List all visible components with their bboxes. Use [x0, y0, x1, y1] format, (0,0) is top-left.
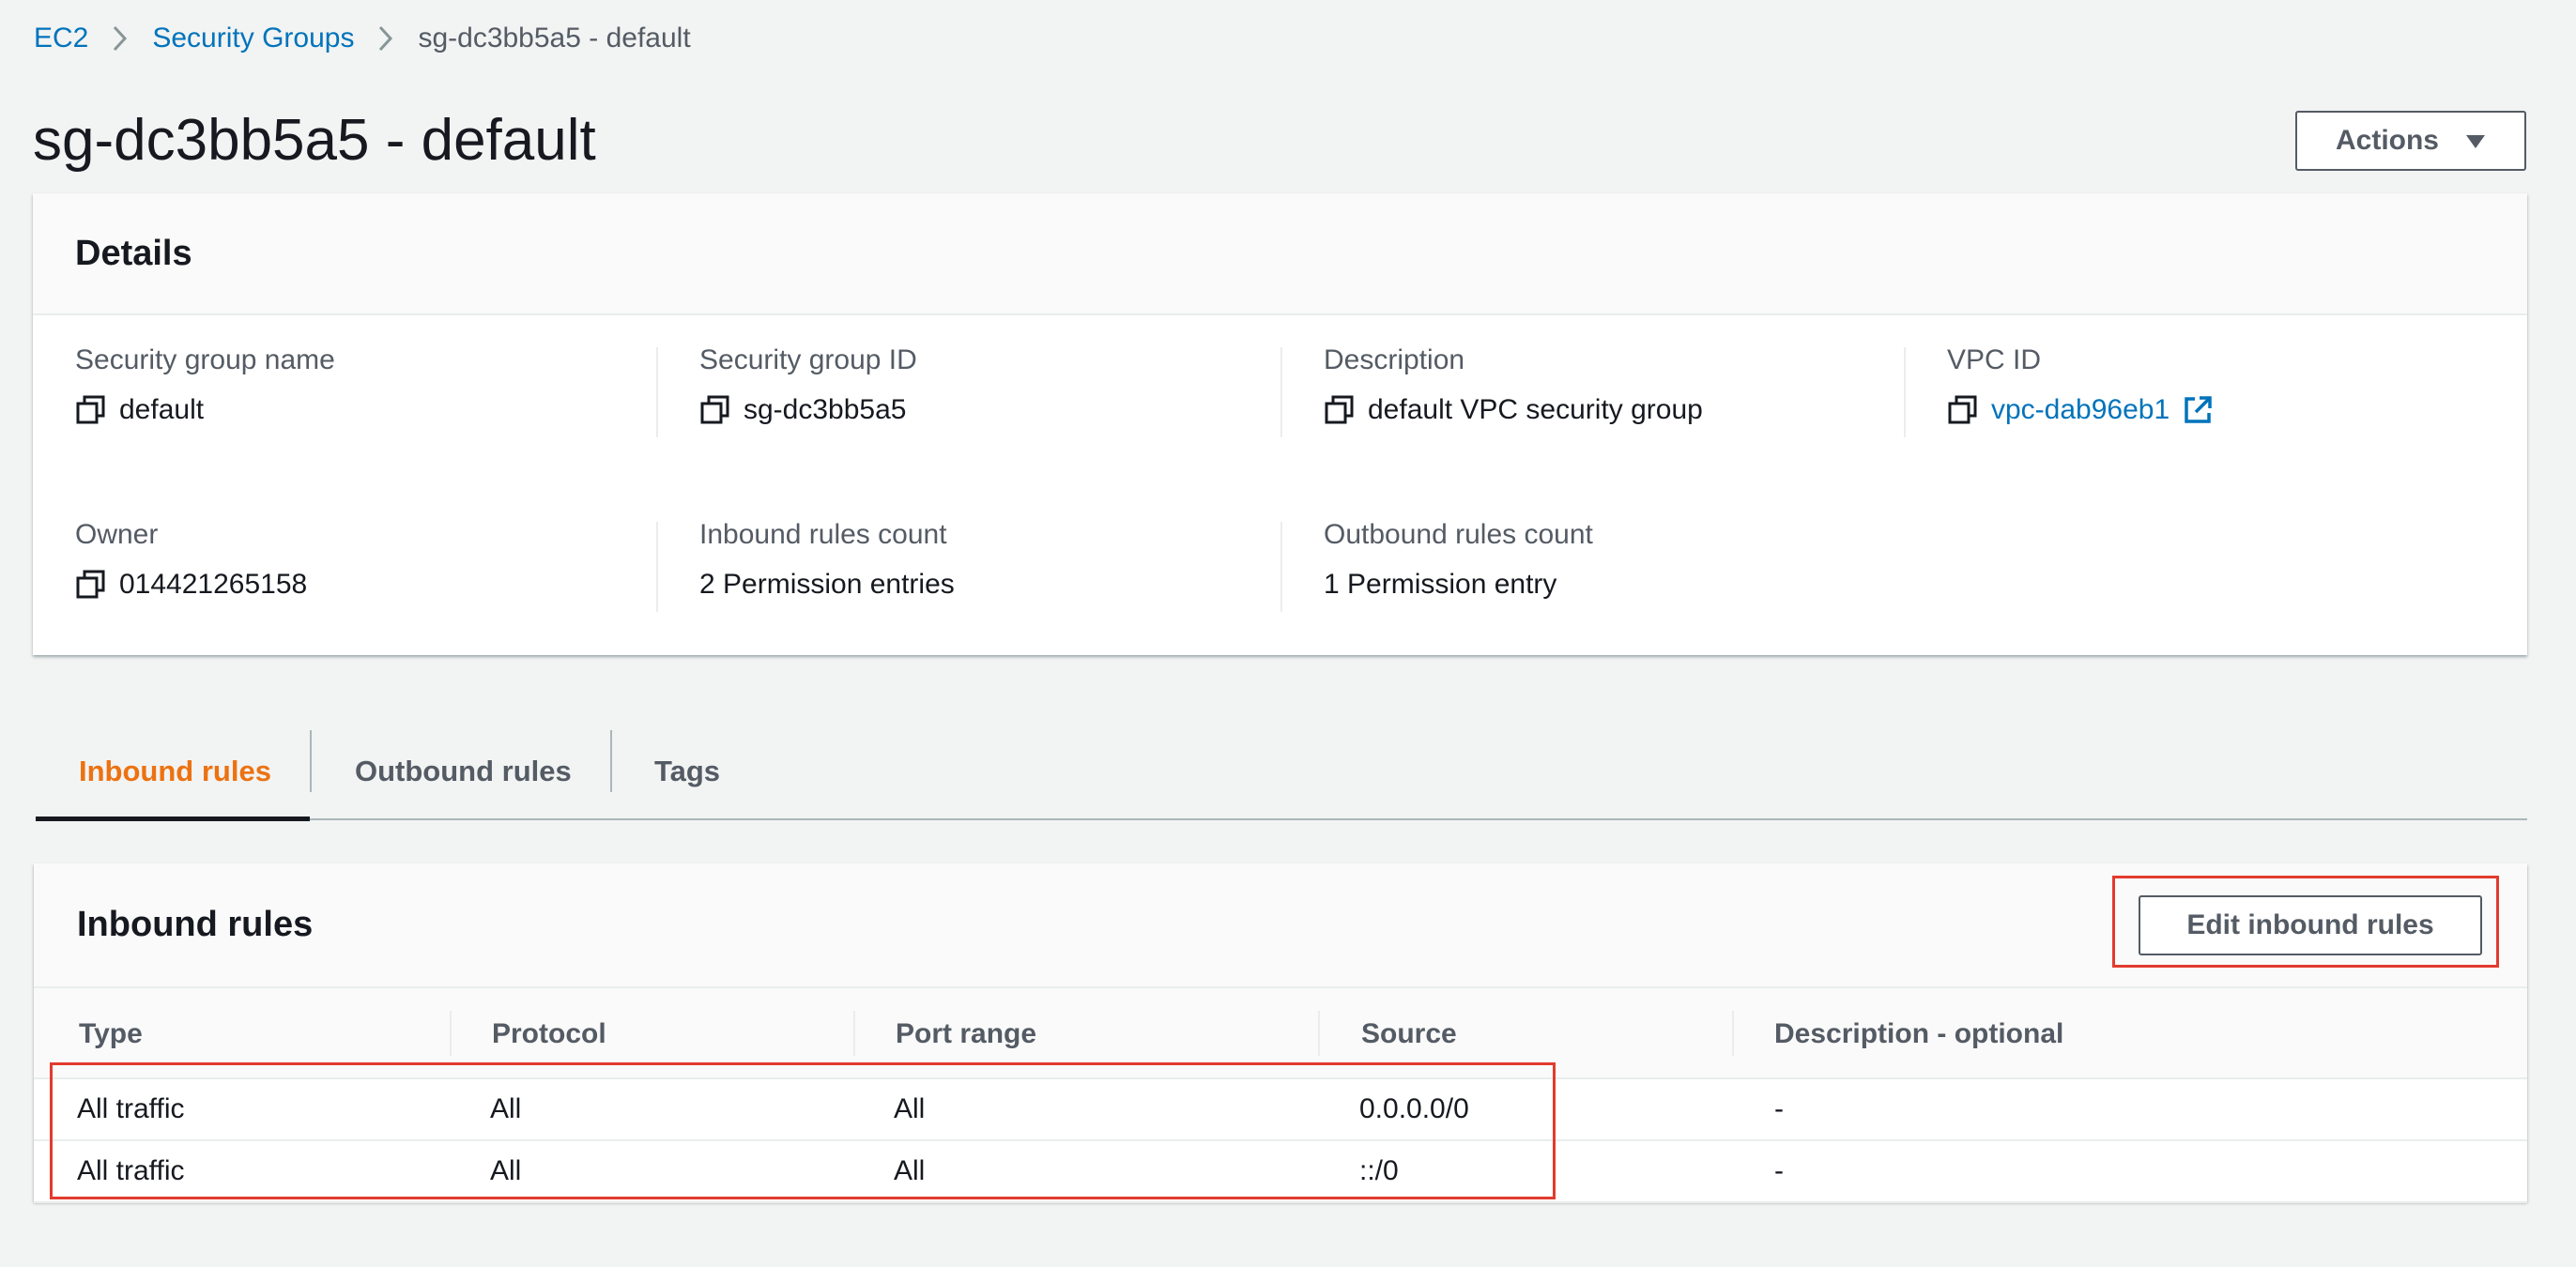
external-link-icon[interactable] [2182, 394, 2214, 426]
outbound-rules-count-value: 1 Permission entry [1324, 569, 1557, 600]
active-tab-indicator [36, 817, 310, 821]
tab-inbound-rules[interactable]: Inbound rules [79, 723, 271, 820]
column-divider [853, 1011, 855, 1056]
copy-icon[interactable] [1324, 394, 1356, 426]
description-value: default VPC security group [1368, 394, 1703, 425]
field-label: Description [1324, 344, 1465, 375]
table-row: All traffic All All 0.0.0.0/0 - [34, 1079, 2527, 1141]
actions-button[interactable]: Actions [2295, 111, 2526, 171]
inbound-rules-table: Type Protocol Port range Source Descript… [34, 988, 2527, 1203]
column-header-protocol[interactable]: Protocol [492, 988, 606, 1079]
cell-source: ::/0 [1359, 1155, 1399, 1186]
field-security-group-id: Security group ID sg-dc3bb5a5 [699, 342, 917, 429]
cell-description: - [1774, 1093, 1784, 1124]
cell-protocol: All [490, 1155, 522, 1186]
cell-port-range: All [894, 1093, 926, 1124]
field-label: Outbound rules count [1324, 519, 1593, 550]
field-description: Description default VPC security group [1324, 342, 1703, 429]
tab-outbound-rules[interactable]: Outbound rules [355, 723, 572, 820]
inbound-rules-header: Inbound rules Edit inbound rules [34, 863, 2527, 988]
column-divider [1280, 347, 1282, 437]
field-outbound-rules-count: Outbound rules count 1 Permission entry [1324, 516, 1593, 603]
tab-divider [310, 730, 312, 792]
tabs: Inbound rules Outbound rules Tags [36, 723, 2527, 821]
field-value: default VPC security group [1324, 391, 1703, 429]
field-inbound-rules-count: Inbound rules count 2 Permission entries [699, 516, 955, 603]
field-value: 014421265158 [75, 566, 307, 603]
cell-type: All traffic [77, 1093, 185, 1124]
field-label: Owner [75, 519, 159, 550]
column-header-port-range[interactable]: Port range [896, 988, 1036, 1079]
actions-button-label: Actions [2335, 125, 2439, 156]
cell-type: All traffic [77, 1155, 185, 1186]
inbound-rules-panel: Inbound rules Edit inbound rules Type Pr… [34, 863, 2527, 1203]
field-value: 2 Permission entries [699, 566, 955, 603]
copy-icon[interactable] [1947, 394, 1979, 426]
cell-description: - [1774, 1155, 1784, 1186]
breadcrumb-security-groups-link[interactable]: Security Groups [152, 23, 354, 54]
column-header-source[interactable]: Source [1361, 988, 1457, 1079]
column-divider [656, 522, 658, 612]
security-group-id-value: sg-dc3bb5a5 [744, 394, 907, 425]
breadcrumb: EC2 Security Groups sg-dc3bb5a5 - defaul… [34, 19, 691, 58]
copy-icon[interactable] [75, 569, 107, 601]
copy-icon[interactable] [699, 394, 731, 426]
field-vpc-id: VPC ID vpc-dab96eb1 [1947, 342, 2214, 429]
owner-value: 014421265158 [119, 569, 308, 600]
column-divider [1318, 1011, 1320, 1056]
details-header: Details [33, 193, 2527, 315]
field-owner: Owner 014421265158 [75, 516, 307, 603]
table-header-row: Type Protocol Port range Source Descript… [34, 988, 2527, 1079]
details-title: Details [75, 233, 192, 273]
cell-port-range: All [894, 1155, 926, 1186]
breadcrumb-ec2-link[interactable]: EC2 [34, 23, 88, 54]
field-label: Security group ID [699, 344, 917, 375]
security-group-name-value: default [119, 394, 205, 425]
field-security-group-name: Security group name default [75, 342, 335, 429]
column-divider [1732, 1011, 1734, 1056]
chevron-right-icon [113, 25, 128, 52]
table-row: All traffic All All ::/0 - [34, 1141, 2527, 1203]
column-divider [1904, 347, 1906, 437]
field-value: default [75, 391, 335, 429]
column-divider [656, 347, 658, 437]
inbound-rules-count-value: 2 Permission entries [699, 569, 955, 600]
field-value: 1 Permission entry [1324, 566, 1593, 603]
edit-inbound-rules-button[interactable]: Edit inbound rules [2139, 895, 2482, 955]
field-label: Inbound rules count [699, 519, 947, 550]
column-header-type[interactable]: Type [79, 988, 143, 1079]
caret-down-icon [2465, 125, 2486, 157]
field-value: vpc-dab96eb1 [1947, 391, 2214, 429]
column-divider [450, 1011, 452, 1056]
tab-divider [610, 730, 612, 792]
vpc-id-link[interactable]: vpc-dab96eb1 [1991, 391, 2170, 429]
breadcrumb-current: sg-dc3bb5a5 - default [418, 23, 691, 53]
tab-tags[interactable]: Tags [654, 723, 720, 820]
page-title: sg-dc3bb5a5 - default [33, 108, 596, 173]
inbound-rules-title: Inbound rules [77, 905, 314, 944]
field-value: sg-dc3bb5a5 [699, 391, 917, 429]
details-grid: Security group name default Security gro… [33, 315, 2527, 655]
field-label: VPC ID [1947, 344, 2042, 375]
field-label: Security group name [75, 344, 335, 375]
details-panel: Details Security group name default Secu… [33, 193, 2527, 655]
column-divider [1280, 522, 1282, 612]
cell-source: 0.0.0.0/0 [1359, 1093, 1469, 1124]
cell-protocol: All [490, 1093, 522, 1124]
column-header-description[interactable]: Description - optional [1774, 988, 2063, 1079]
copy-icon[interactable] [75, 394, 107, 426]
chevron-right-icon [378, 25, 393, 52]
